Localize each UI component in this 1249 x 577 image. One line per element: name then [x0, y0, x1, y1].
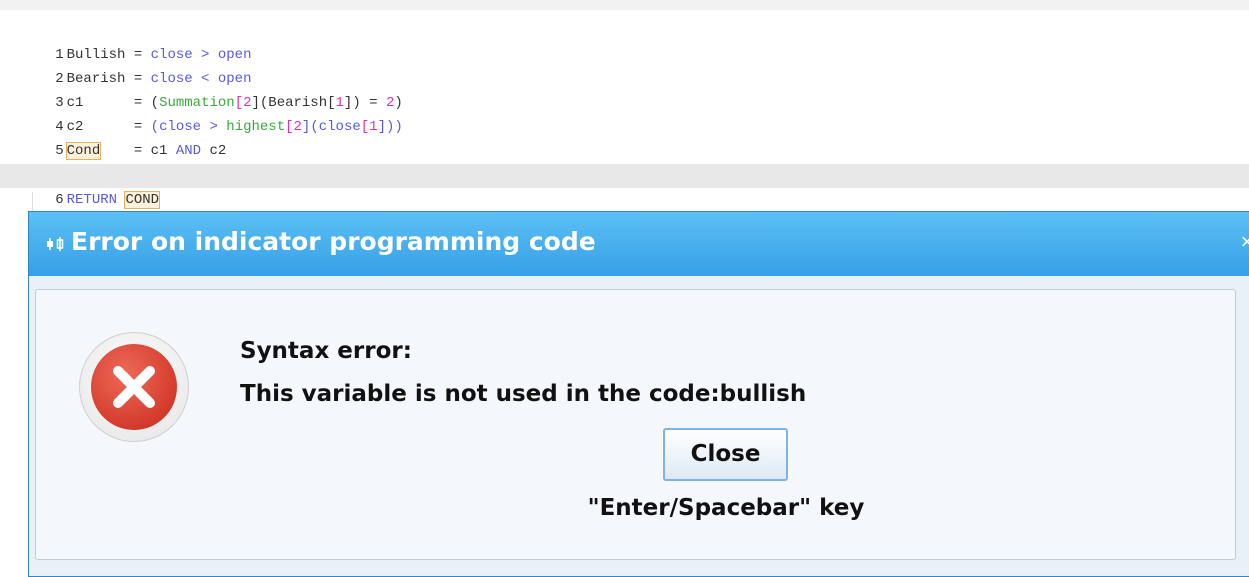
code-line[interactable]: 2 Bearish = close < open	[0, 43, 251, 87]
code-keyword: RETURN	[66, 192, 118, 208]
code-token-highlighted: COND	[124, 191, 161, 209]
keyboard-hint: "Enter/Spacebar" key	[587, 495, 865, 521]
code-function: highest	[226, 119, 286, 135]
error-icon	[79, 332, 189, 442]
code-token: [	[360, 119, 370, 135]
error-message: This variable is not used in the code:bu…	[240, 381, 807, 407]
code-line[interactable]: 1 Bullish = close > open	[0, 19, 251, 63]
editor-toolbar-strip	[0, 0, 1249, 10]
dialog-title: Error on indicator programming code	[71, 227, 596, 256]
code-token: ](	[301, 119, 319, 135]
code-line[interactable]: 5 Cond = c1 AND c2	[0, 115, 226, 160]
error-circle	[91, 344, 177, 430]
candlestick-icon	[47, 237, 64, 251]
x-mark-icon	[113, 366, 155, 408]
error-dialog: Error on indicator programming code × Sy…	[28, 211, 1249, 577]
code-token: = c1	[133, 143, 176, 159]
code-token: ]))	[377, 119, 403, 135]
code-editor[interactable]: 1 Bullish = close > open 2 Bearish = close…	[0, 0, 1249, 215]
code-number: 2	[293, 119, 302, 135]
code-token: [	[285, 119, 294, 135]
close-icon[interactable]: ×	[1235, 228, 1249, 256]
code-line[interactable]: 3 c1 = (Summation[2](Bearish[1]) = 2)	[0, 67, 403, 111]
code-token-highlighted: Cond	[65, 142, 102, 160]
error-heading: Syntax error:	[240, 338, 412, 364]
code-keyword: AND	[175, 143, 202, 159]
line-number: 6	[55, 192, 64, 208]
code-keyword: close	[318, 119, 361, 135]
code-token: c2	[201, 143, 227, 159]
code-line[interactable]: 4 c2 = (close > highest[2](close[1]))	[0, 91, 403, 135]
code-number: 1	[369, 119, 378, 135]
dialog-body: Syntax error: This variable is not used …	[29, 276, 1249, 576]
close-button[interactable]: Close	[663, 428, 788, 481]
message-panel: Syntax error: This variable is not used …	[35, 289, 1236, 560]
line-number: 5	[55, 143, 64, 159]
code-line-current[interactable]: 6 RETURN COND	[0, 164, 1249, 209]
dialog-titlebar[interactable]: Error on indicator programming code ×	[29, 212, 1249, 276]
